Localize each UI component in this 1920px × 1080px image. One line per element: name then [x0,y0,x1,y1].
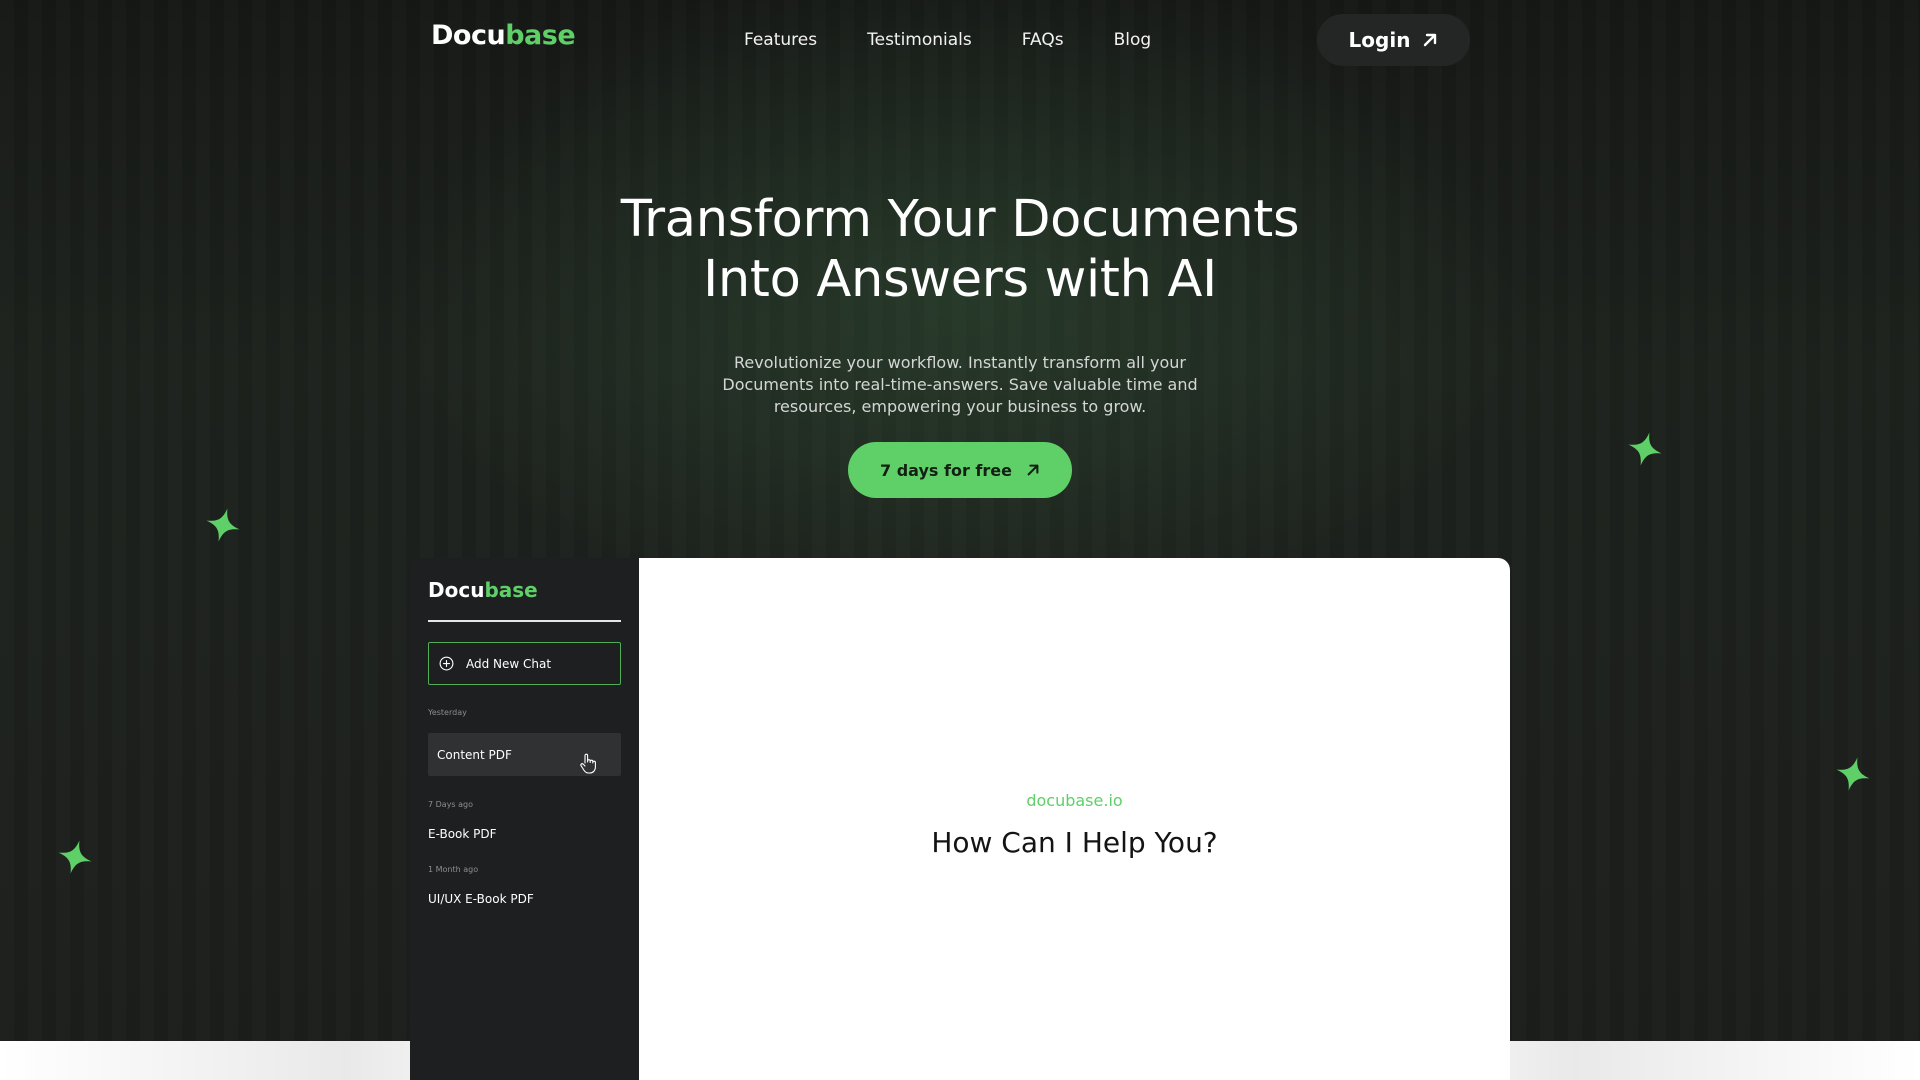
preview-chat-panel: docubase.io How Can I Help You? [639,558,1510,1080]
free-trial-button[interactable]: 7 days for free [848,442,1072,498]
hand-cursor-icon [580,753,596,774]
nav-link-blog[interactable]: Blog [1114,30,1152,50]
login-button[interactable]: Login [1317,14,1470,66]
free-trial-label: 7 days for free [880,460,1012,480]
main-nav: Features Testimonials FAQs Blog [744,30,1201,50]
hero-title-line2: Into Answers with AI [703,250,1217,309]
brand-logo-part2: base [505,20,576,51]
hero-subtitle: Revolutionize your workflow. Instantly t… [720,352,1200,418]
chat-item-label: Content PDF [437,747,512,762]
chat-group-label: 7 Days ago [428,800,474,809]
add-new-chat-button[interactable]: Add New Chat [428,642,621,685]
chat-item-uiux-ebook-pdf[interactable]: UI/UX E-Book PDF [428,892,534,906]
arrow-up-right-icon [1424,33,1437,47]
add-new-chat-label: Add New Chat [466,656,552,671]
preview-logo-part2: base [484,578,538,602]
hero-subtitle-line2: Documents into real-time-answers. Save v… [722,375,1198,394]
brand-logo-part1: Docu [431,20,506,51]
hero-subtitle-line1: Revolutionize your workflow. Instantly t… [734,353,1186,372]
sidebar-divider [428,620,621,622]
help-prompt: How Can I Help You? [931,826,1218,859]
sparkle-icon [1628,432,1662,466]
login-label: Login [1348,28,1411,52]
chat-group-label: Yesterday [428,708,467,717]
sparkle-icon [206,508,240,542]
plus-circle-icon [439,656,454,671]
preview-logo: Docubase [428,578,538,602]
preview-sidebar: Docubase Add New Chat Yesterday Content … [410,558,639,1080]
preview-logo-part1: Docu [428,578,485,602]
sparkle-icon [1836,757,1870,791]
hero-subtitle-line3: resources, empowering your business to g… [773,397,1147,416]
hero-title-line1: Transform Your Documents [620,190,1300,249]
nav-link-faqs[interactable]: FAQs [1022,30,1064,50]
chat-item-content-pdf[interactable]: Content PDF [428,733,621,776]
sparkle-icon [58,840,92,874]
brand-logo[interactable]: Docubase [431,20,576,51]
hero-title: Transform Your Documents Into Answers wi… [560,190,1360,310]
app-preview: Docubase Add New Chat Yesterday Content … [410,558,1510,1080]
chat-item-ebook-pdf[interactable]: E-Book PDF [428,827,497,841]
chat-group-label: 1 Month ago [428,865,479,874]
domain-label: docubase.io [1026,791,1123,810]
nav-link-testimonials[interactable]: Testimonials [867,30,972,50]
arrow-up-right-icon [1027,464,1039,476]
nav-link-features[interactable]: Features [744,30,817,50]
